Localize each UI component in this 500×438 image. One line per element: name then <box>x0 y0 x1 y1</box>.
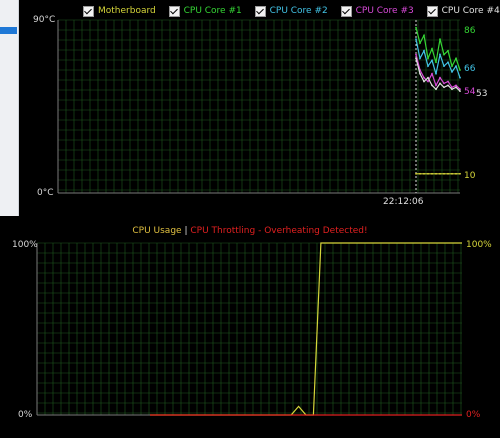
core4-series-point <box>427 76 429 79</box>
usage-y-min-left: 0% <box>18 410 33 420</box>
core2-series-point <box>419 57 421 60</box>
temp-y-max-label: 90°C <box>33 15 56 25</box>
core4-series-point <box>415 57 417 60</box>
cpu-core-4-checkbox[interactable] <box>426 5 438 17</box>
legend-label-motherboard: Motherboard <box>98 6 156 16</box>
core1-series-point <box>435 61 437 64</box>
core1-series-point <box>447 49 449 52</box>
core2-series-point <box>423 49 425 52</box>
core2-series-point <box>459 76 461 79</box>
motherboard-series-point <box>435 172 437 175</box>
motherboard-series-point <box>419 172 421 175</box>
core1-series-point <box>455 57 457 60</box>
motherboard-series-point <box>443 172 445 175</box>
core2-series-point <box>447 61 449 64</box>
motherboard-series-point <box>431 172 433 175</box>
core2-series-point <box>431 59 433 62</box>
core4-series-point <box>459 90 461 92</box>
core1-value-label: 86 <box>464 26 476 36</box>
core2-series-point <box>443 65 445 67</box>
usage-y-min-right: 0% <box>466 410 481 420</box>
motherboard-series-point <box>459 172 461 175</box>
core3-series-point <box>423 76 425 79</box>
cpu-core-1-checkbox[interactable] <box>168 5 180 17</box>
legend-label-cpu-core-2: CPU Core #2 <box>269 6 328 16</box>
temp-time-label: 22:12:06 <box>383 197 424 207</box>
cpu-core-2-checkbox[interactable] <box>254 5 266 17</box>
title-separator: | <box>184 226 188 236</box>
legend-item-cpu-core-3[interactable]: CPU Core #3 <box>340 4 414 18</box>
core4-series-point <box>423 80 425 83</box>
core2-series-point <box>427 65 429 67</box>
core3-series-point <box>427 80 429 83</box>
core2-series-point <box>415 38 417 41</box>
core1-series-point <box>459 69 461 71</box>
core1-series-point <box>415 26 417 29</box>
core3-series-point <box>435 84 437 87</box>
core1-series-point <box>419 42 421 44</box>
motherboard-value-label: 10 <box>464 171 476 181</box>
core1-series-point <box>439 38 441 41</box>
core2-series <box>415 39 461 78</box>
core1-series-point <box>423 34 425 37</box>
motherboard-series-point <box>451 172 453 175</box>
core1-series-point <box>443 53 445 56</box>
cpu-throttling-title: CPU Throttling - Overheating Detected! <box>190 226 368 236</box>
legend-label-cpu-core-4: CPU Core #4 <box>441 6 500 16</box>
core1-series-point <box>431 47 433 50</box>
legend-label-cpu-core-3: CPU Core #3 <box>355 6 414 16</box>
core2-series-point <box>455 65 457 67</box>
usage-y-max-left: 100% <box>12 240 38 250</box>
core4-series-point <box>439 82 441 85</box>
legend-label-cpu-core-1: CPU Core #1 <box>183 6 242 16</box>
legend-item-cpu-core-2[interactable]: CPU Core #2 <box>254 4 328 18</box>
core1-series-point <box>451 65 453 67</box>
core4-series-point <box>431 84 433 87</box>
core4-series-point <box>435 88 437 91</box>
temp-y-min-label: 0°C <box>37 188 54 198</box>
core4-value-label: 53 <box>476 89 488 99</box>
usage-panel-title: CPU Usage | CPU Throttling - Overheating… <box>0 226 500 236</box>
motherboard-series-point <box>423 172 425 175</box>
core2-value-label: 66 <box>464 64 476 74</box>
motherboard-series-point <box>415 172 417 175</box>
cpu-usage-title: CPU Usage <box>132 226 182 236</box>
motherboard-series-point <box>455 172 457 175</box>
core4-series-point <box>455 86 457 89</box>
core3-series-point <box>439 76 441 79</box>
motherboard-series-point <box>439 172 441 175</box>
core4-series-point <box>451 88 453 91</box>
core2-series-point <box>435 72 437 75</box>
usage-y-max-right: 100% <box>466 240 492 250</box>
core3-series-point <box>455 84 457 87</box>
legend-item-cpu-core-1[interactable]: CPU Core #1 <box>168 4 242 18</box>
cpu-core-3-checkbox[interactable] <box>340 5 352 17</box>
core4-series-point <box>447 84 449 87</box>
core4-series-point <box>419 72 421 75</box>
legend-item-cpu-core-4[interactable]: CPU Core #4 <box>426 4 500 18</box>
core2-series-point <box>439 53 441 56</box>
temperature-legend: Motherboard CPU Core #1 CPU Core #2 CPU … <box>83 4 500 18</box>
core1-series-point <box>427 57 429 60</box>
core3-series-point <box>431 72 433 75</box>
core3-series-point <box>447 80 449 83</box>
motherboard-series-point <box>427 172 429 175</box>
charts-canvas <box>36 19 462 416</box>
motherboard-series-point <box>447 172 449 175</box>
core3-series-point <box>415 53 417 56</box>
motherboard-checkbox[interactable] <box>83 5 94 17</box>
core4-series-point <box>443 86 445 89</box>
core3-value-label: 54 <box>464 87 476 97</box>
legend-item-motherboard[interactable]: Motherboard <box>83 4 156 18</box>
core3-series-point <box>443 82 445 85</box>
core2-series-point <box>451 71 453 73</box>
